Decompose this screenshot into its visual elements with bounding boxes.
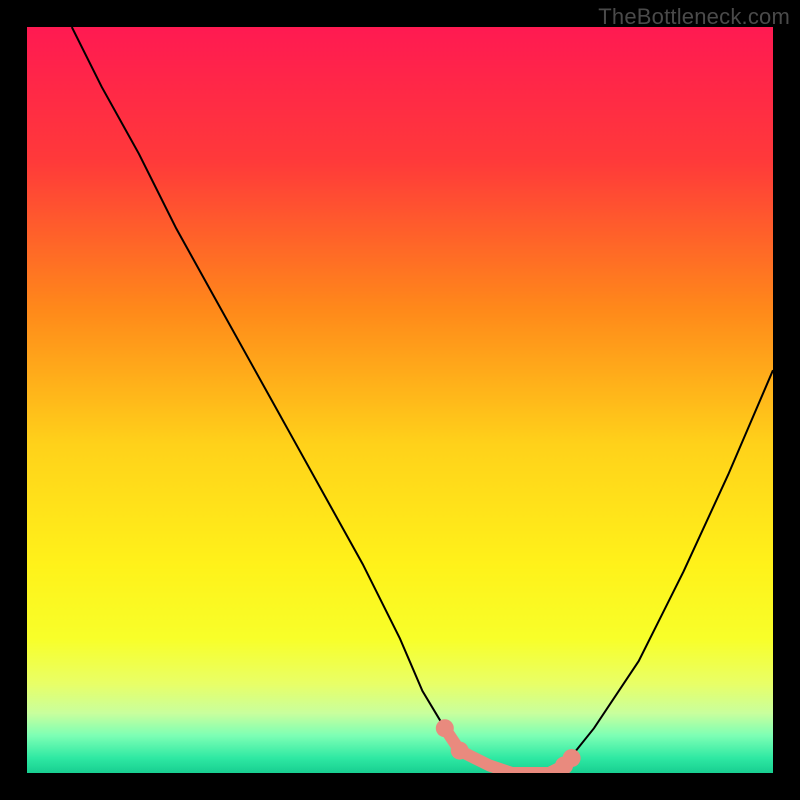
optimal-zone-dots xyxy=(436,719,581,773)
chart-frame xyxy=(27,27,773,773)
watermark-text: TheBottleneck.com xyxy=(598,4,790,30)
bottleneck-curve xyxy=(72,27,773,773)
optimal-zone-dot xyxy=(436,719,454,737)
optimal-zone-dot xyxy=(451,742,469,760)
optimal-zone-dot xyxy=(563,749,581,767)
plot-svg xyxy=(27,27,773,773)
